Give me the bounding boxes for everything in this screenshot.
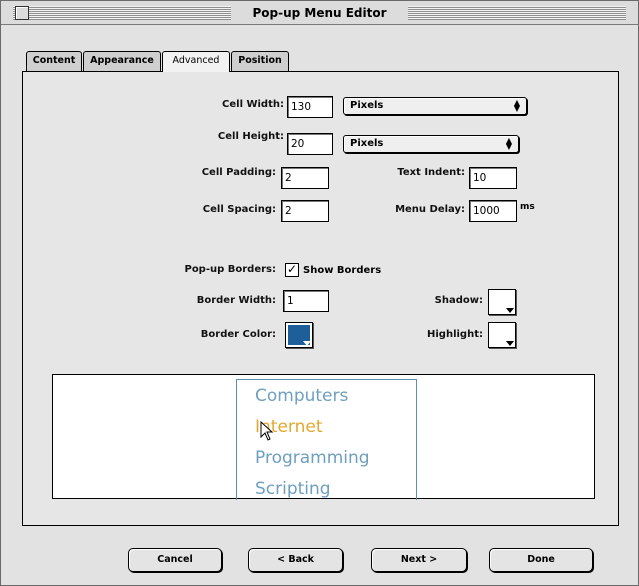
show-borders-label[interactable]: Show Borders (303, 264, 381, 278)
dropdown-corner-icon (506, 308, 514, 313)
cell-width-label: Cell Width: (222, 99, 284, 110)
cell-width-unit-select[interactable]: Pixels ▲ ▼ (343, 97, 527, 115)
next-button[interactable]: Next > (371, 548, 467, 572)
popup-arrows-icon: ▲ ▼ (505, 136, 513, 151)
mouse-pointer-icon (260, 421, 274, 441)
border-width-field[interactable]: 1 (283, 290, 329, 312)
shadow-label: Shadow: (434, 295, 483, 306)
close-box-icon[interactable] (15, 6, 29, 20)
border-color-swatch[interactable] (285, 322, 313, 348)
preview-menu: Computers Internet Programming Scripting (236, 379, 417, 500)
menu-preview-area: Computers Internet Programming Scripting (52, 374, 595, 500)
menu-delay-unit: ms (520, 202, 535, 212)
cell-padding-field[interactable]: 2 (281, 167, 329, 189)
popup-arrows-icon: ▲ ▼ (513, 98, 521, 113)
preview-menu-item[interactable]: Programming (255, 448, 370, 468)
title-bar[interactable]: Pop-up Menu Editor (1, 1, 638, 25)
tab-position[interactable]: Position (231, 51, 289, 71)
preview-menu-item[interactable]: Scripting (255, 479, 331, 499)
popup-borders-label: Pop-up Borders: (184, 264, 276, 275)
text-indent-field[interactable]: 10 (469, 167, 517, 189)
dropdown-corner-icon (303, 341, 311, 346)
cell-spacing-field[interactable]: 2 (281, 200, 329, 222)
tab-advanced[interactable]: Advanced (162, 51, 230, 72)
shadow-color-swatch[interactable] (488, 289, 516, 315)
border-width-label: Border Width: (196, 295, 276, 306)
checkmark-icon: ✓ (286, 262, 298, 276)
show-borders-checkbox[interactable]: ✓ (285, 263, 299, 277)
highlight-label: Highlight: (427, 329, 483, 340)
menu-delay-field[interactable]: 1000 (469, 200, 517, 222)
done-button[interactable]: Done (489, 548, 593, 572)
cell-padding-label: Cell Padding: (201, 167, 276, 178)
cell-height-field[interactable]: 20 (287, 133, 333, 155)
cell-width-field[interactable]: 130 (287, 96, 333, 118)
title-stripes-left (13, 6, 231, 20)
tab-appearance[interactable]: Appearance (83, 51, 161, 71)
popup-menu-editor-window: Pop-up Menu Editor Content Appearance Ad… (0, 0, 639, 586)
text-indent-label: Text Indent: (397, 167, 465, 178)
border-color-label: Border Color: (200, 329, 276, 340)
preview-menu-item[interactable]: Computers (255, 386, 348, 406)
menu-delay-label: Menu Delay: (395, 204, 465, 215)
cell-width-unit-value: Pixels (350, 100, 384, 111)
cell-height-label: Cell Height: (217, 131, 284, 142)
highlight-color-swatch[interactable] (488, 322, 516, 348)
back-button[interactable]: < Back (248, 548, 343, 572)
title-stripes-right (408, 6, 626, 20)
advanced-panel: Cell Width: 130 Pixels ▲ ▼ Cell Height: 2… (22, 71, 619, 526)
cell-height-unit-select[interactable]: Pixels ▲ ▼ (343, 135, 519, 153)
dropdown-corner-icon (506, 341, 514, 346)
cancel-button[interactable]: Cancel (128, 548, 222, 572)
cell-spacing-label: Cell Spacing: (202, 204, 276, 215)
tab-content[interactable]: Content (26, 51, 82, 71)
window-title: Pop-up Menu Editor (252, 6, 387, 20)
cell-height-unit-value: Pixels (350, 138, 384, 149)
